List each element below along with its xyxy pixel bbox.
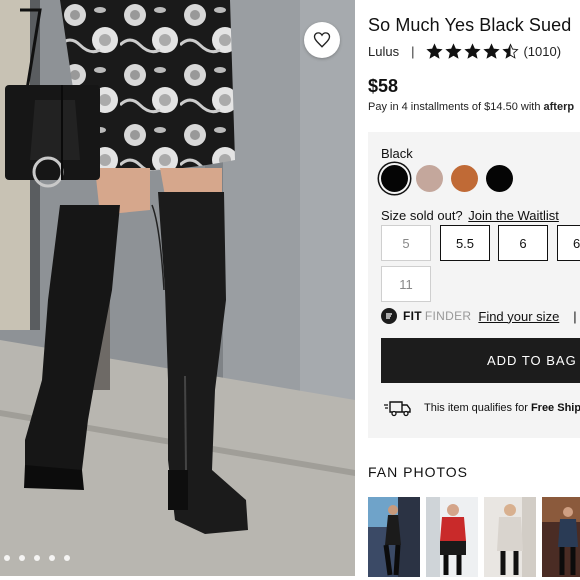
- installments-text: Pay in 4 installments of $14.50 with aft…: [368, 101, 574, 113]
- fan-photo[interactable]: [542, 497, 580, 577]
- favorite-button[interactable]: [304, 22, 340, 58]
- find-your-size-link[interactable]: Find your size: [478, 309, 559, 324]
- product-price: $58: [368, 76, 399, 96]
- product-info: So Much Yes Black Sued Lulus | (1010) $5…: [368, 0, 580, 580]
- delivery-truck-icon: [384, 401, 411, 417]
- size-soldout-row: Size sold out? Join the Waitlist: [381, 208, 559, 223]
- brand-separator: |: [411, 44, 415, 59]
- fan-photos-row: [368, 497, 580, 577]
- color-swatch-cognac[interactable]: [451, 165, 478, 192]
- color-swatch-taupe[interactable]: [416, 165, 443, 192]
- shipping-text: This item qualifies for: [424, 402, 528, 414]
- size-option-11[interactable]: 11: [381, 266, 431, 302]
- gallery-dot[interactable]: [64, 555, 70, 561]
- star-icon: [502, 43, 520, 59]
- color-label: Black: [381, 146, 413, 161]
- gallery-dot[interactable]: [34, 555, 40, 561]
- gallery-dots[interactable]: [4, 555, 70, 561]
- fan-photo[interactable]: [426, 497, 478, 577]
- size-option-6.5[interactable]: 6.5: [557, 225, 580, 261]
- fan-photo[interactable]: [368, 497, 420, 577]
- product-image: [0, 0, 355, 576]
- size-option-6[interactable]: 6: [498, 225, 548, 261]
- fit-finder-icon: [381, 308, 397, 324]
- shipping-row: This item qualifies for Free Shipp: [384, 399, 580, 417]
- brand-name[interactable]: Lulus: [368, 44, 399, 59]
- fit-finder-finder: FINDER: [424, 309, 472, 323]
- add-to-bag-button[interactable]: ADD TO BAG: [381, 338, 580, 383]
- brand-rating-row: Lulus | (1010): [368, 43, 561, 60]
- gallery-dot[interactable]: [19, 555, 25, 561]
- fit-finder-fit: FIT: [403, 309, 422, 323]
- rating-stars[interactable]: [426, 43, 520, 60]
- fan-photo[interactable]: [484, 497, 536, 577]
- free-shipping-text: Free Shipp: [530, 402, 580, 414]
- purchase-panel: Black Size sold out? Join the Waitlist 5…: [368, 132, 580, 438]
- star-icon: [445, 43, 463, 59]
- afterpay-logo[interactable]: afterp: [544, 101, 575, 113]
- fit-finder-divider: |: [573, 308, 577, 324]
- gallery-dot[interactable]: [49, 555, 55, 561]
- size-option-5[interactable]: 5: [381, 225, 431, 261]
- size-soldout-prompt: Size sold out?: [381, 208, 463, 223]
- fan-photos-title: FAN PHOTOS: [368, 464, 468, 480]
- product-title: So Much Yes Black Sued: [368, 15, 572, 35]
- installments-prefix: Pay in 4 installments of: [368, 101, 485, 113]
- join-waitlist-link[interactable]: Join the Waitlist: [468, 208, 559, 223]
- installments-suffix: with: [517, 101, 544, 113]
- installments-amount: $14.50: [484, 101, 518, 113]
- star-icon: [426, 43, 444, 59]
- color-swatches: [381, 165, 513, 192]
- color-swatch-black[interactable]: [381, 165, 408, 192]
- gallery-dot[interactable]: [4, 555, 10, 561]
- size-option-5.5[interactable]: 5.5: [440, 225, 490, 261]
- fit-finder-row: FIT FINDER Find your size |: [381, 308, 577, 324]
- heart-icon: [313, 32, 331, 48]
- product-photo[interactable]: [0, 0, 355, 576]
- star-icon: [483, 43, 501, 59]
- star-icon: [464, 43, 482, 59]
- review-count[interactable]: (1010): [523, 44, 561, 59]
- color-swatch-black-2[interactable]: [486, 165, 513, 192]
